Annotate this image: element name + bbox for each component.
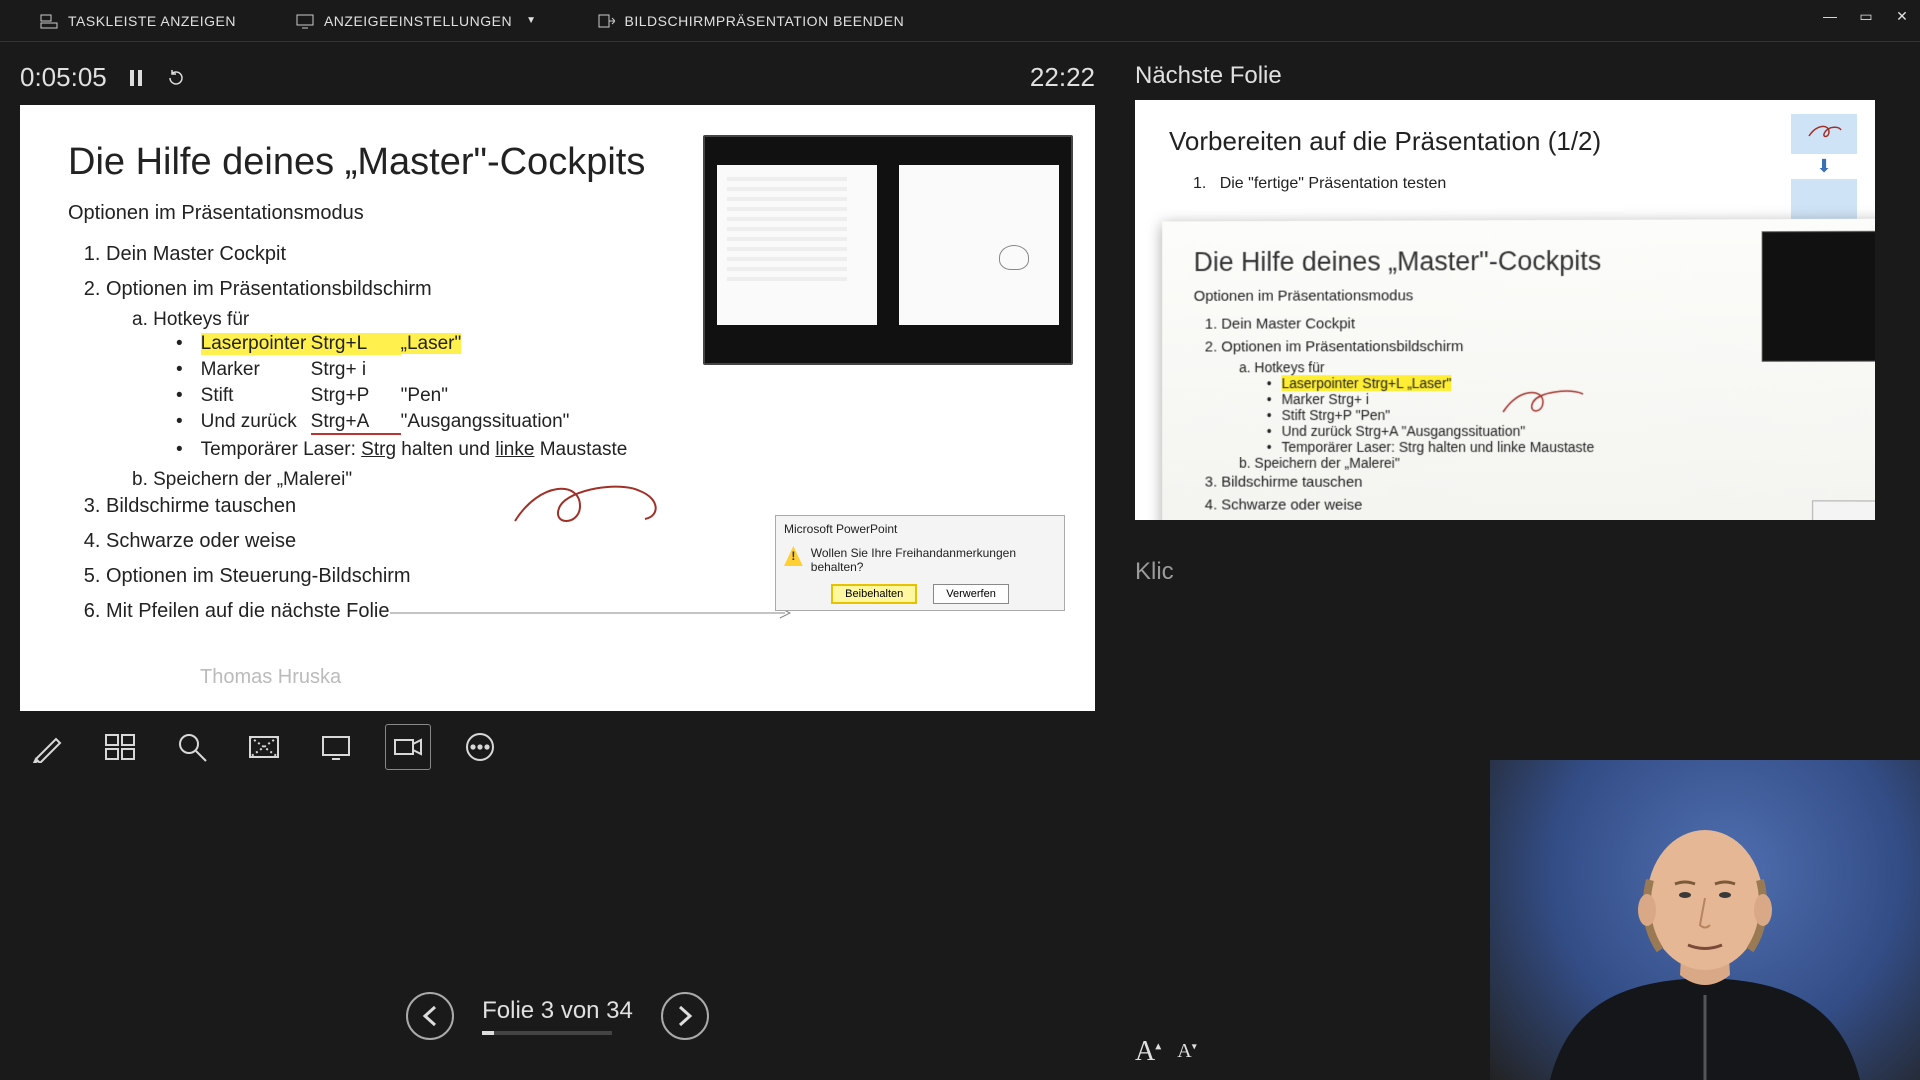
presenter-tool-strip [20,711,1095,783]
next-slide-label: Nächste Folie [1135,62,1910,90]
slide-thumbnails: ⬇ [1791,114,1857,223]
hotkey-name: Marker [201,359,311,381]
decrease-font-button[interactable]: A▾ [1177,1040,1196,1072]
next-slide-title: Vorbereiten auf die Präsentation (1/2) [1169,126,1841,157]
display-settings-button[interactable]: ANZEIGEEINSTELLUNGEN ▼ [296,12,537,30]
pen-tool-button[interactable] [26,725,70,769]
hotkey-combo: Strg+ i [311,359,401,381]
more-options-button[interactable] [458,725,502,769]
slide-progress [482,1031,612,1035]
bullet-row: Und zurückStrg+A"Ausgangssituation" [176,409,1047,437]
next-slide-preview[interactable]: Vorbereiten auf die Präsentation (1/2) 1… [1135,100,1875,520]
exit-icon [597,12,615,30]
chevron-down-icon: ▼ [526,15,536,26]
zoom-button[interactable] [170,725,214,769]
powerpoint-dialog: Microsoft PowerPoint ! Wollen Sie Ihre F… [775,515,1065,611]
hotkey-note: "Pen" [401,385,448,406]
next-slide-item: 1. Die "fertige" Präsentation testen [1193,175,1841,193]
dialog-discard-button[interactable]: Verwerfen [933,584,1009,604]
powerpoint-dialog [1812,500,1875,520]
hotkey-text: Temporärer Laser: [201,439,362,460]
hotkey-name: Stift [201,385,311,407]
menubar-label: BILDSCHIRMPRÄSENTATION BEENDEN [625,13,905,29]
font-size-controls: A▴ A▾ [1135,1036,1197,1068]
callout-arrow [390,606,795,608]
camera-toggle-button[interactable] [386,725,430,769]
list-item: Schwarze oder weise [1221,493,1875,517]
maximize-button[interactable]: ▭ [1858,8,1874,25]
warning-icon: ! [784,546,803,566]
hotkey-combo: Strg+A [311,411,401,435]
ink-annotation [1499,380,1599,420]
sub-item: b. Speichern der „Malerei" [1239,454,1875,471]
minimize-button[interactable]: — [1822,8,1838,25]
camera-feed[interactable] [1490,760,1920,1080]
menubar: TASKLEISTE ANZEIGEN ANZEIGEEINSTELLUNGEN… [0,0,1920,42]
display-icon [296,12,314,30]
dialog-title: Microsoft PowerPoint [784,522,1056,536]
window-controls: — ▭ ✕ [1822,8,1910,25]
hotkey-combo: Strg+P [311,385,401,407]
bullet-row: Und zurück Strg+A "Ausgangssituation" [1267,422,1875,438]
taskbar-icon [40,12,58,30]
notes-placeholder: Klic [1135,558,1910,586]
list-item: Optionen im Steuerung-Bildschirm [1221,516,1875,520]
all-slides-button[interactable] [98,725,142,769]
timer-row: 0:05:05 22:22 [20,62,1095,93]
slide-footer: Thomas Hruska [200,666,341,689]
bullet-row: Temporärer Laser: Strg halten und linke … [1267,438,1875,454]
next-slide-button[interactable] [661,992,709,1040]
show-taskbar-button[interactable]: TASKLEISTE ANZEIGEN [40,12,236,30]
hotkey-combo: Strg+L [311,333,401,355]
ink-annotation [510,471,670,531]
subtitle-button[interactable] [242,725,286,769]
hotkey-key: linke [495,439,534,460]
bullet-row: StiftStrg+P"Pen" [176,383,1047,409]
slide-navigation: Folie 3 von 34 [20,992,1095,1060]
cockpit-screenshot [1762,231,1875,362]
end-slideshow-button[interactable]: BILDSCHIRMPRÄSENTATION BEENDEN [597,12,905,30]
cockpit-screenshot [703,135,1073,365]
previous-slide-button[interactable] [406,992,454,1040]
hotkey-note: „Laser" [401,333,462,354]
hotkey-key: Strg [361,439,396,460]
hotkey-text: Maustaste [534,439,627,460]
pause-button[interactable] [125,67,147,89]
slide-counter: Folie 3 von 34 [482,997,633,1025]
close-button[interactable]: ✕ [1894,8,1910,25]
menubar-label: TASKLEISTE ANZEIGEN [68,13,236,29]
hotkey-note: "Ausgangssituation" [401,411,570,432]
hotkey-name: Und zurück [201,411,311,433]
arrow-down-icon: ⬇ [1791,156,1857,177]
reset-timer-button[interactable] [165,67,187,89]
elapsed-time: 0:05:05 [20,62,107,93]
wall-clock: 22:22 [1030,62,1095,93]
photographed-screen: Die Hilfe deines „Master"-Cockpits Optio… [1162,218,1875,520]
hotkey-text: halten und [396,439,495,460]
brain-icon [999,245,1029,270]
increase-font-button[interactable]: A▴ [1135,1036,1161,1068]
current-slide[interactable]: Die Hilfe deines „Master"-Cockpits Optio… [20,105,1095,711]
dialog-keep-button[interactable]: Beibehalten [831,584,917,604]
list-item: Bildschirme tauschen [1221,470,1875,494]
hotkey-name: Laserpointer [201,333,311,355]
black-screen-button[interactable] [314,725,358,769]
menubar-label: ANZEIGEEINSTELLUNGEN [324,13,512,29]
dialog-message: Wollen Sie Ihre Freihandanmerkungen beha… [811,546,1056,574]
bullet-row: Temporärer Laser: Strg halten und linke … [176,437,1047,463]
